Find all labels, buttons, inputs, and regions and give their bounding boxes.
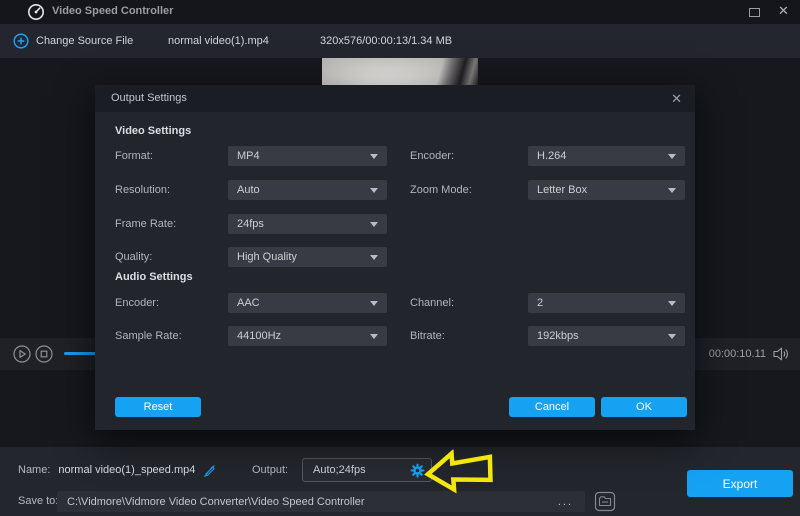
sample-rate-label: Sample Rate: xyxy=(115,326,182,346)
stop-button[interactable] xyxy=(35,345,53,363)
chevron-down-icon xyxy=(370,255,378,260)
encoder-value: H.264 xyxy=(537,150,566,162)
channel-select[interactable]: 2 xyxy=(528,293,685,313)
change-source-button[interactable]: Change Source File xyxy=(13,24,133,58)
dialog-header: Output Settings ✕ xyxy=(95,85,695,112)
source-file-info: 320x576/00:00:13/1.34 MB xyxy=(320,24,452,58)
title-bar: Video Speed Controller ✕ xyxy=(0,0,800,24)
volume-icon[interactable] xyxy=(773,347,790,366)
source-file-name: normal video(1).mp4 xyxy=(168,24,269,58)
dialog-title: Output Settings xyxy=(111,85,187,112)
resolution-value: Auto xyxy=(237,184,260,196)
frame-rate-select[interactable]: 24fps xyxy=(228,214,387,234)
change-source-label: Change Source File xyxy=(36,35,133,47)
channel-value: 2 xyxy=(537,297,543,309)
format-value: MP4 xyxy=(237,150,260,162)
dialog-close-icon[interactable]: ✕ xyxy=(671,91,682,107)
zoom-mode-value: Letter Box xyxy=(537,184,587,196)
chevron-down-icon xyxy=(370,222,378,227)
audio-settings-heading: Audio Settings xyxy=(115,271,193,283)
quality-select[interactable]: High Quality xyxy=(228,247,387,267)
browse-button[interactable]: ... xyxy=(548,496,573,508)
toolbar: Change Source File normal video(1).mp4 3… xyxy=(0,24,800,58)
output-label: Output: xyxy=(252,458,288,482)
plus-circle-icon xyxy=(13,33,29,49)
output-profile-value: Auto;24fps xyxy=(313,464,366,476)
frame-rate-label: Frame Rate: xyxy=(115,214,176,234)
audio-encoder-value: AAC xyxy=(237,297,260,309)
chevron-down-icon xyxy=(370,301,378,306)
window-title: Video Speed Controller xyxy=(52,5,173,17)
frame-rate-value: 24fps xyxy=(237,218,264,230)
encoder-label: Encoder: xyxy=(410,146,454,166)
ok-button[interactable]: OK xyxy=(601,397,687,417)
channel-label: Channel: xyxy=(410,293,454,313)
maximize-icon[interactable] xyxy=(749,8,760,17)
chevron-down-icon xyxy=(370,188,378,193)
bitrate-select[interactable]: 192kbps xyxy=(528,326,685,346)
name-label: Name: xyxy=(18,464,50,476)
sample-rate-select[interactable]: 44100Hz xyxy=(228,326,387,346)
time-display: 00:00:10.11 xyxy=(709,338,766,370)
play-button[interactable] xyxy=(13,345,31,363)
sample-rate-value: 44100Hz xyxy=(237,330,281,342)
footer-panel: Name: normal video(1)_speed.mp4 Output: … xyxy=(0,447,800,516)
close-icon[interactable]: ✕ xyxy=(778,3,789,19)
output-profile-field[interactable]: Auto;24fps xyxy=(302,458,432,482)
output-file-name: normal video(1)_speed.mp4 xyxy=(58,464,195,476)
edit-name-button[interactable] xyxy=(203,463,217,477)
chevron-down-icon xyxy=(668,154,676,159)
open-folder-button[interactable] xyxy=(594,491,616,512)
reset-button[interactable]: Reset xyxy=(115,397,201,417)
app-logo-icon xyxy=(27,3,45,26)
format-label: Format: xyxy=(115,146,153,166)
save-to-field[interactable]: C:\Vidmore\Vidmore Video Converter\Video… xyxy=(57,491,585,512)
cancel-button[interactable]: Cancel xyxy=(509,397,595,417)
zoom-mode-label: Zoom Mode: xyxy=(410,180,472,200)
video-settings-heading: Video Settings xyxy=(115,125,191,137)
chevron-down-icon xyxy=(668,334,676,339)
chevron-down-icon xyxy=(370,154,378,159)
chevron-down-icon xyxy=(370,334,378,339)
play-icon xyxy=(13,345,31,363)
resolution-select[interactable]: Auto xyxy=(228,180,387,200)
save-to-label: Save to: xyxy=(18,491,58,512)
output-settings-dialog: Output Settings ✕ Video Settings Format:… xyxy=(95,85,695,430)
progress-slider[interactable] xyxy=(64,352,98,355)
quality-label: Quality: xyxy=(115,247,152,267)
stop-icon xyxy=(35,345,53,363)
audio-encoder-label: Encoder: xyxy=(115,293,159,313)
zoom-mode-select[interactable]: Letter Box xyxy=(528,180,685,200)
video-preview xyxy=(322,58,478,88)
export-button[interactable]: Export xyxy=(687,470,793,497)
folder-icon xyxy=(594,491,616,512)
bitrate-value: 192kbps xyxy=(537,330,579,342)
chevron-down-icon xyxy=(668,188,676,193)
save-to-path: C:\Vidmore\Vidmore Video Converter\Video… xyxy=(67,496,365,508)
resolution-label: Resolution: xyxy=(115,180,170,200)
format-select[interactable]: MP4 xyxy=(228,146,387,166)
annotation-arrow-icon xyxy=(422,447,497,502)
pencil-icon xyxy=(203,463,217,477)
audio-encoder-select[interactable]: AAC xyxy=(228,293,387,313)
bitrate-label: Bitrate: xyxy=(410,326,445,346)
chevron-down-icon xyxy=(668,301,676,306)
encoder-select[interactable]: H.264 xyxy=(528,146,685,166)
quality-value: High Quality xyxy=(237,251,297,263)
app-window: Video Speed Controller ✕ Change Source F… xyxy=(0,0,800,516)
